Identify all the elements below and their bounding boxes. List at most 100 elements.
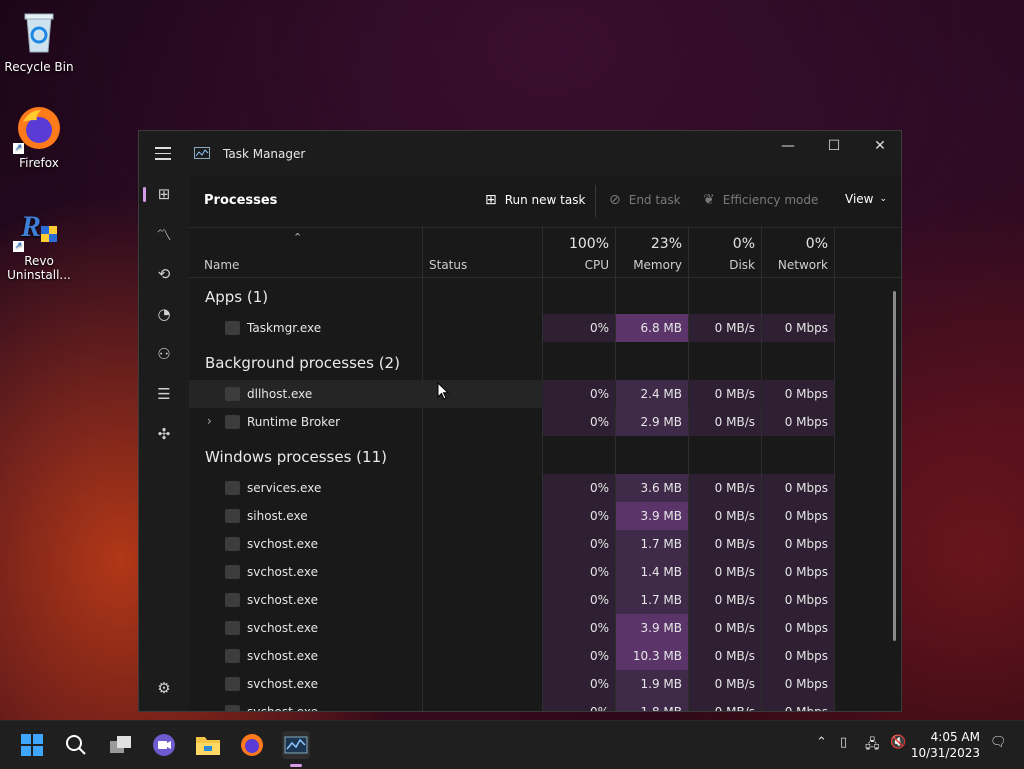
history-clock-icon: ⟲	[157, 265, 171, 283]
nav-processes[interactable]: ⊞	[143, 179, 181, 209]
process-disk: 0 MB/s	[689, 474, 761, 502]
process-name: svchost.exe	[247, 621, 318, 635]
process-memory: 1.7 MB	[616, 530, 688, 558]
nav-startup-apps[interactable]: ◔	[147, 299, 181, 329]
nav-settings[interactable]: ⚙	[147, 673, 181, 703]
process-network: 0 Mbps	[762, 670, 834, 698]
page-title: Processes	[204, 193, 278, 208]
process-row[interactable]: services.exe 0% 3.6 MB 0 MB/s 0 Mbps	[189, 474, 834, 502]
leaf-icon: ❦	[703, 192, 715, 208]
nav-details[interactable]: ☰	[147, 379, 181, 409]
notifications-button[interactable]: 🗨	[990, 735, 1007, 750]
run-new-task-button[interactable]: ⊞ Run new task	[485, 192, 585, 208]
column-divider	[834, 227, 835, 711]
tray-app-icon[interactable]: ▯	[840, 735, 847, 750]
group-header-background[interactable]: Background processes (2)	[205, 354, 400, 372]
chevron-down-icon: ⌄	[879, 194, 888, 204]
group-header-apps[interactable]: Apps (1)	[205, 288, 268, 306]
revo-uninstaller-icon: R ↗	[13, 202, 63, 252]
process-memory: 3.6 MB	[616, 474, 688, 502]
process-memory: 3.9 MB	[616, 614, 688, 642]
network-total: 0%	[805, 236, 828, 252]
process-row[interactable]: svchost.exe 0% 1.8 MB 0 MB/s 0 Mbps	[189, 698, 834, 711]
chat-button[interactable]	[150, 731, 178, 759]
desktop-icon-recycle-bin[interactable]: Recycle Bin	[4, 8, 74, 74]
nav-performance[interactable]: 〽	[147, 219, 181, 249]
process-cpu: 0%	[543, 530, 615, 558]
close-button[interactable]: ✕	[857, 131, 901, 161]
process-icon	[225, 387, 240, 401]
process-memory: 1.8 MB	[616, 698, 688, 711]
efficiency-mode-button[interactable]: ❦ Efficiency mode	[703, 192, 818, 208]
process-disk: 0 MB/s	[689, 586, 761, 614]
column-status[interactable]: Status	[423, 227, 542, 277]
end-task-button[interactable]: ⊘ End task	[609, 192, 681, 208]
process-row[interactable]: dllhost.exe 0% 2.4 MB 0 MB/s 0 Mbps	[189, 380, 834, 408]
firefox-taskbar-button[interactable]	[238, 731, 266, 759]
column-memory[interactable]: 23% Memory	[616, 227, 688, 277]
close-icon: ✕	[874, 138, 886, 154]
column-disk[interactable]: 0% Disk	[689, 227, 761, 277]
column-cpu[interactable]: 100% CPU	[543, 227, 615, 277]
process-network: 0 Mbps	[762, 614, 834, 642]
process-memory: 1.7 MB	[616, 586, 688, 614]
process-icon	[225, 565, 240, 579]
process-network: 0 Mbps	[762, 502, 834, 530]
task-view-button[interactable]	[107, 731, 135, 759]
process-row[interactable]: svchost.exe 0% 1.7 MB 0 MB/s 0 Mbps	[189, 586, 834, 614]
network-status-button[interactable]: 🖧	[865, 735, 880, 757]
recycle-bin-icon	[15, 8, 63, 56]
group-header-windows[interactable]: Windows processes (11)	[205, 448, 387, 466]
file-explorer-button[interactable]	[194, 731, 222, 759]
memory-total: 23%	[650, 236, 682, 252]
process-row[interactable]: svchost.exe 0% 1.4 MB 0 MB/s 0 Mbps	[189, 558, 834, 586]
process-row[interactable]: svchost.exe 0% 10.3 MB 0 MB/s 0 Mbps	[189, 642, 834, 670]
process-name: svchost.exe	[247, 537, 318, 551]
process-row[interactable]: svchost.exe 0% 3.9 MB 0 MB/s 0 Mbps	[189, 614, 834, 642]
process-disk: 0 MB/s	[689, 380, 761, 408]
column-header: ⌃ Name Status 100% CPU 23% Memory 0% Dis…	[189, 227, 901, 278]
hamburger-menu-icon[interactable]	[155, 147, 171, 164]
process-network: 0 Mbps	[762, 558, 834, 586]
search-button[interactable]	[62, 731, 90, 759]
volume-button[interactable]: 🔇	[890, 735, 906, 750]
settings-gear-icon: ⚙	[157, 679, 171, 697]
start-button[interactable]	[18, 731, 46, 759]
nav-services[interactable]: ✣	[147, 419, 181, 449]
task-manager-taskbar-button[interactable]	[282, 731, 310, 767]
process-icon	[225, 677, 240, 691]
process-row[interactable]: Taskmgr.exe 0% 6.8 MB 0 MB/s 0 Mbps	[189, 314, 834, 342]
active-app-indicator	[290, 764, 302, 767]
column-network[interactable]: 0% Network	[762, 227, 834, 277]
process-name: svchost.exe	[247, 565, 318, 579]
process-memory: 2.4 MB	[616, 380, 688, 408]
view-dropdown[interactable]: View ⌄	[845, 192, 887, 206]
maximize-button[interactable]: ☐	[811, 131, 857, 161]
nav-users[interactable]: ⚇	[147, 339, 181, 369]
run-new-task-label: Run new task	[504, 193, 586, 207]
expand-chevron-icon[interactable]: ›	[207, 414, 212, 428]
notification-icon: 🗨	[990, 735, 1007, 750]
process-cpu: 0%	[543, 474, 615, 502]
desktop-icon-label: Revo Uninstall...	[7, 254, 71, 282]
process-row[interactable]: › Runtime Broker 0% 2.9 MB 0 MB/s 0 Mbps	[189, 408, 834, 436]
desktop-icon-firefox[interactable]: ↗ Firefox	[4, 104, 74, 170]
desktop-icon-label: Firefox	[19, 156, 59, 170]
show-hidden-icons-button[interactable]: ⌃	[816, 735, 827, 750]
column-cpu-label: CPU	[584, 258, 609, 272]
column-name[interactable]: ⌃ Name	[189, 227, 422, 277]
task-manager-app-icon	[194, 147, 210, 159]
process-name: Runtime Broker	[247, 415, 341, 429]
process-row[interactable]: svchost.exe 0% 1.9 MB 0 MB/s 0 Mbps	[189, 670, 834, 698]
system-clock[interactable]: 4:05 AM 10/31/2023	[911, 729, 980, 761]
desktop-icon-revo-uninstaller[interactable]: R ↗ Revo Uninstall...	[4, 202, 74, 282]
process-row[interactable]: sihost.exe 0% 3.9 MB 0 MB/s 0 Mbps	[189, 502, 834, 530]
process-row[interactable]: svchost.exe 0% 1.7 MB 0 MB/s 0 Mbps	[189, 530, 834, 558]
vertical-scrollbar[interactable]	[893, 291, 896, 641]
desktop-icon-label: Recycle Bin	[4, 60, 74, 74]
nav-app-history[interactable]: ⟲	[147, 259, 181, 289]
title-bar[interactable]: Task Manager — ☐ ✕	[139, 131, 901, 175]
clock-date: 10/31/2023	[910, 746, 980, 760]
minimize-button[interactable]: —	[765, 131, 811, 161]
process-disk: 0 MB/s	[689, 670, 761, 698]
